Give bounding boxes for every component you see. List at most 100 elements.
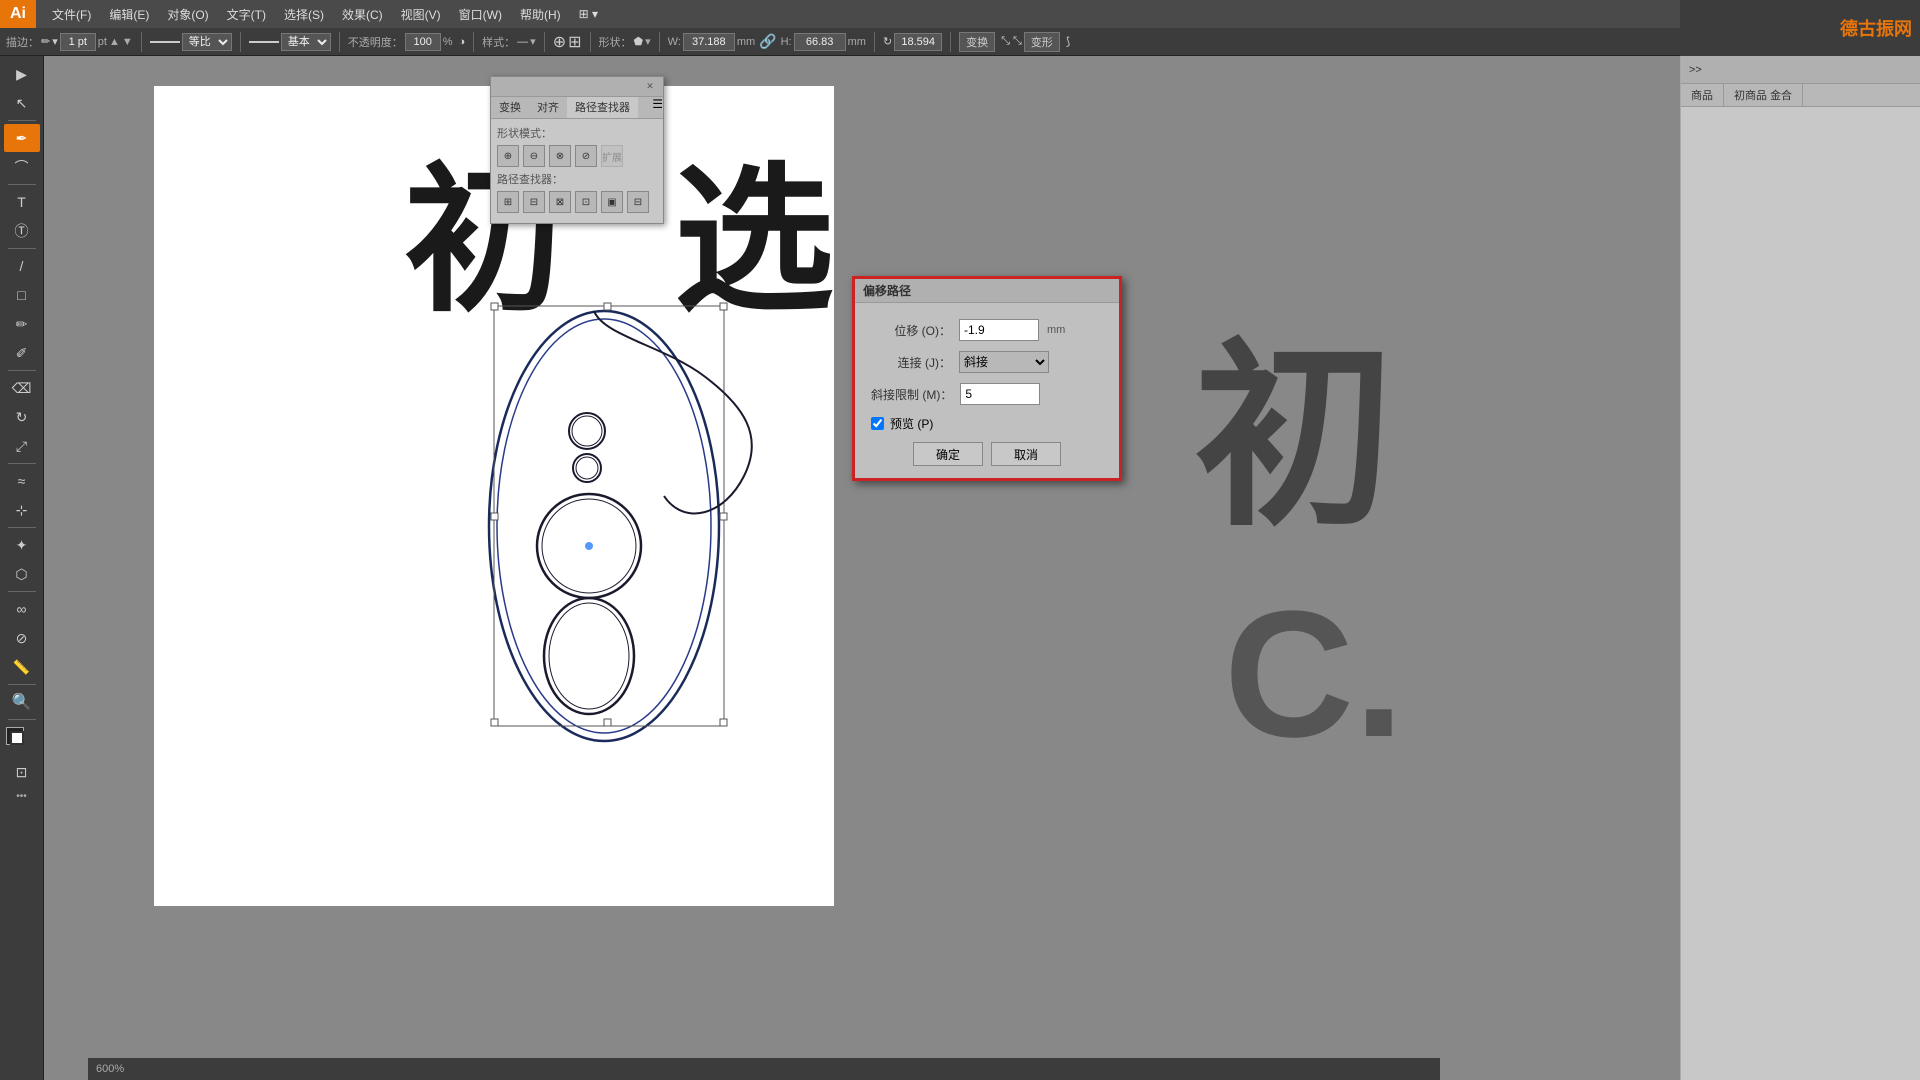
tool-sep-3 bbox=[8, 248, 36, 249]
width-input[interactable] bbox=[683, 33, 735, 51]
align-icon-1[interactable]: ⊕ bbox=[553, 32, 566, 52]
link-wh-icon[interactable]: 🔗 bbox=[759, 33, 776, 50]
exclude-btn[interactable]: ⊘ bbox=[575, 145, 597, 167]
floating-panel: ✕ 变换 对齐 路径查找器 ☰ 形状模式： ⊕ ⊖ ⊗ ⊘ 扩展 路径查找器： bbox=[490, 76, 664, 224]
intersect-btn[interactable]: ⊗ bbox=[549, 145, 571, 167]
sel-handle-tr[interactable] bbox=[720, 303, 727, 310]
curvature-tool[interactable]: ⌒ bbox=[4, 153, 40, 181]
offset-value-input[interactable] bbox=[959, 319, 1039, 341]
fp-tab-pathfinder[interactable]: 路径查找器 bbox=[567, 97, 638, 118]
panel-tab-2[interactable]: 初商品 金合 bbox=[1724, 84, 1803, 106]
type-tool[interactable]: T bbox=[4, 188, 40, 216]
direct-select-tool[interactable]: ↖ bbox=[4, 89, 40, 117]
trim-btn[interactable]: ⊟ bbox=[523, 191, 545, 213]
warp-button[interactable]: 变形 bbox=[1024, 32, 1060, 52]
menu-effect[interactable]: 效果(C) bbox=[334, 4, 391, 25]
offset-unit: mm bbox=[1047, 324, 1065, 336]
puppet-warp-tool[interactable]: ✦ bbox=[4, 531, 40, 559]
fp-menu-icon[interactable]: ☰ bbox=[652, 97, 663, 118]
line-style-select[interactable]: 等比 bbox=[182, 33, 232, 51]
zoom-tool[interactable]: 🔍 bbox=[4, 688, 40, 716]
fp-tab-transform[interactable]: 变换 bbox=[491, 97, 529, 118]
sel-handle-br[interactable] bbox=[720, 719, 727, 726]
sel-handle-bm[interactable] bbox=[604, 719, 611, 726]
stroke-value-input[interactable] bbox=[60, 33, 96, 51]
fp-close[interactable]: ✕ bbox=[643, 80, 657, 94]
tool-sep-2 bbox=[8, 184, 36, 185]
opacity-input[interactable] bbox=[405, 33, 441, 51]
scale-tool[interactable]: ⤢ bbox=[4, 432, 40, 460]
divide-btn[interactable]: ⊞ bbox=[497, 191, 519, 213]
inner-ellipse bbox=[497, 319, 711, 733]
join-label: 连接 (J)： bbox=[871, 354, 951, 371]
rotate-input[interactable] bbox=[894, 33, 942, 51]
rotate-tool[interactable]: ↻ bbox=[4, 403, 40, 431]
perspective-tool[interactable]: ⬡ bbox=[4, 560, 40, 588]
panel-tab-1[interactable]: 商品 bbox=[1681, 84, 1724, 106]
outer-ellipse bbox=[489, 311, 719, 741]
free-transform-tool[interactable]: ⊹ bbox=[4, 496, 40, 524]
menu-help[interactable]: 帮助(H) bbox=[512, 4, 569, 25]
menu-file[interactable]: 文件(F) bbox=[44, 4, 99, 25]
preview-checkbox[interactable] bbox=[871, 417, 884, 430]
minus-front-btn[interactable]: ⊖ bbox=[523, 145, 545, 167]
height-input[interactable] bbox=[794, 33, 846, 51]
line-style-group: 等比 bbox=[150, 33, 232, 51]
align-icon-2[interactable]: ⊞ bbox=[568, 32, 581, 52]
menu-edit[interactable]: 编辑(E) bbox=[101, 4, 157, 25]
sel-handle-bl[interactable] bbox=[491, 719, 498, 726]
pen-tool[interactable]: ✒ bbox=[4, 124, 40, 152]
minus-back-btn[interactable]: ⊟ bbox=[627, 191, 649, 213]
screen-mode-btn[interactable]: ⊡ bbox=[4, 758, 40, 786]
shape-arrow[interactable]: ▾ bbox=[645, 35, 651, 48]
join-select[interactable]: 斜接 圆角 斜面 bbox=[959, 351, 1049, 373]
outline-btn[interactable]: ▣ bbox=[601, 191, 623, 213]
rect-tool[interactable]: □ bbox=[4, 281, 40, 309]
unite-btn[interactable]: ⊕ bbox=[497, 145, 519, 167]
touch-type-tool[interactable]: Ⓣ bbox=[4, 217, 40, 245]
more-tools-btn[interactable]: ••• bbox=[16, 791, 27, 802]
measure-tool[interactable]: 📏 bbox=[4, 653, 40, 681]
pencil-tool[interactable]: ✐ bbox=[4, 339, 40, 367]
brush-tool[interactable]: ✏ bbox=[4, 310, 40, 338]
menu-view[interactable]: 视图(V) bbox=[393, 4, 449, 25]
stroke-down-icon[interactable]: ▼ bbox=[122, 36, 133, 48]
menu-object[interactable]: 对象(O) bbox=[159, 4, 216, 25]
expand-btn[interactable]: 扩展 bbox=[601, 145, 623, 167]
tool-sep-9 bbox=[8, 719, 36, 720]
menu-text[interactable]: 文字(T) bbox=[219, 4, 274, 25]
miter-value-input[interactable] bbox=[960, 383, 1040, 405]
eyedropper-tool[interactable]: ⊘ bbox=[4, 624, 40, 652]
style-arrow[interactable]: ▾ bbox=[530, 35, 536, 48]
sel-handle-ml[interactable] bbox=[491, 513, 498, 520]
menu-items: 文件(F) 编辑(E) 对象(O) 文字(T) 选择(S) 效果(C) 视图(V… bbox=[36, 4, 614, 25]
fill-btn[interactable] bbox=[4, 725, 40, 753]
miter-label: 斜接限制 (M)： bbox=[871, 386, 952, 403]
crop-btn[interactable]: ⊡ bbox=[575, 191, 597, 213]
text-xuan: 选 bbox=[674, 151, 834, 330]
line-tool[interactable]: / bbox=[4, 252, 40, 280]
sel-handle-tl[interactable] bbox=[491, 303, 498, 310]
sel-handle-mr[interactable] bbox=[720, 513, 727, 520]
transform-button[interactable]: 变换 bbox=[959, 32, 995, 52]
expand-icon[interactable]: >> bbox=[1689, 64, 1702, 76]
stroke-up-icon[interactable]: ▲ bbox=[109, 36, 120, 48]
eraser-tool[interactable]: ⌫ bbox=[4, 374, 40, 402]
preview-label[interactable]: 预览 (P) bbox=[890, 415, 933, 432]
basic-line-group: 基本 bbox=[249, 33, 331, 51]
menu-window[interactable]: 窗口(W) bbox=[451, 4, 510, 25]
cancel-button[interactable]: 取消 bbox=[991, 442, 1061, 466]
shape-group: 形状： ⬟ ▾ bbox=[599, 34, 651, 50]
ok-button[interactable]: 确定 bbox=[913, 442, 983, 466]
merge-btn[interactable]: ⊠ bbox=[549, 191, 571, 213]
right-text-chu: 初 bbox=[1194, 326, 1394, 549]
menu-select[interactable]: 选择(S) bbox=[276, 4, 332, 25]
blend-tool[interactable]: ∞ bbox=[4, 595, 40, 623]
menu-icon-btn[interactable]: ⊞ ▾ bbox=[571, 5, 606, 23]
basic-line-select[interactable]: 基本 bbox=[281, 33, 331, 51]
fp-tab-align[interactable]: 对齐 bbox=[529, 97, 567, 118]
select-tool[interactable]: ▶ bbox=[4, 60, 40, 88]
sel-handle-tm[interactable] bbox=[604, 303, 611, 310]
warp-tool-btn[interactable]: ≈ bbox=[4, 467, 40, 495]
transform-icons: ⤡ ⤡ bbox=[1001, 35, 1022, 48]
